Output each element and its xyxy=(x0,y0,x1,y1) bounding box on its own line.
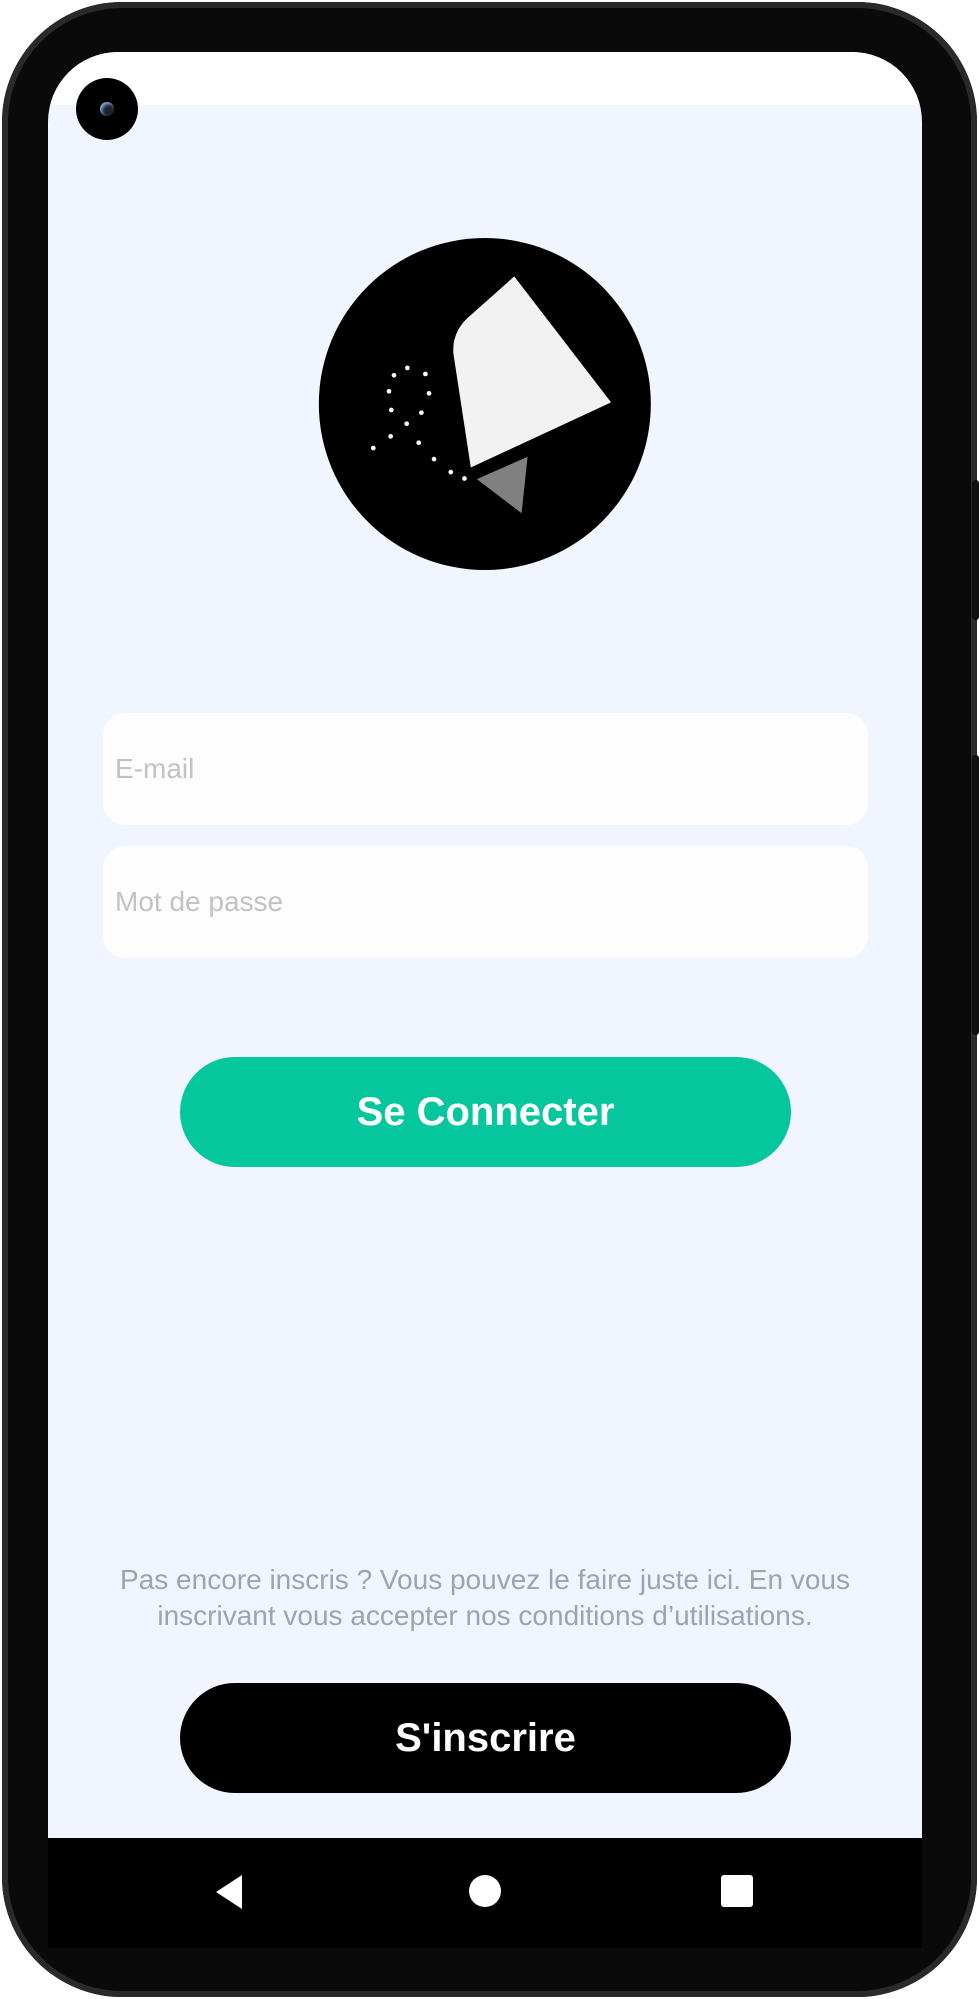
volume-button xyxy=(972,755,979,1035)
recents-icon[interactable] xyxy=(720,1874,754,1908)
back-icon[interactable] xyxy=(212,1874,248,1910)
power-button xyxy=(972,480,979,620)
status-bar xyxy=(48,52,922,105)
email-input[interactable]: E-mail xyxy=(103,713,868,825)
front-camera xyxy=(76,78,138,140)
password-placeholder: Mot de passe xyxy=(115,886,284,917)
home-icon[interactable] xyxy=(468,1874,502,1908)
app-logo xyxy=(318,238,651,570)
signup-info-text: Pas encore inscris ? Vous pouvez le fair… xyxy=(120,1564,850,1631)
app-screen: E-mail Mot de passe Se Connecter Pas enc… xyxy=(48,52,922,1838)
password-input[interactable]: Mot de passe xyxy=(103,846,868,958)
signup-button[interactable]: S'inscrire xyxy=(180,1683,791,1793)
email-placeholder: E-mail xyxy=(115,753,195,784)
login-button[interactable]: Se Connecter xyxy=(180,1057,791,1167)
